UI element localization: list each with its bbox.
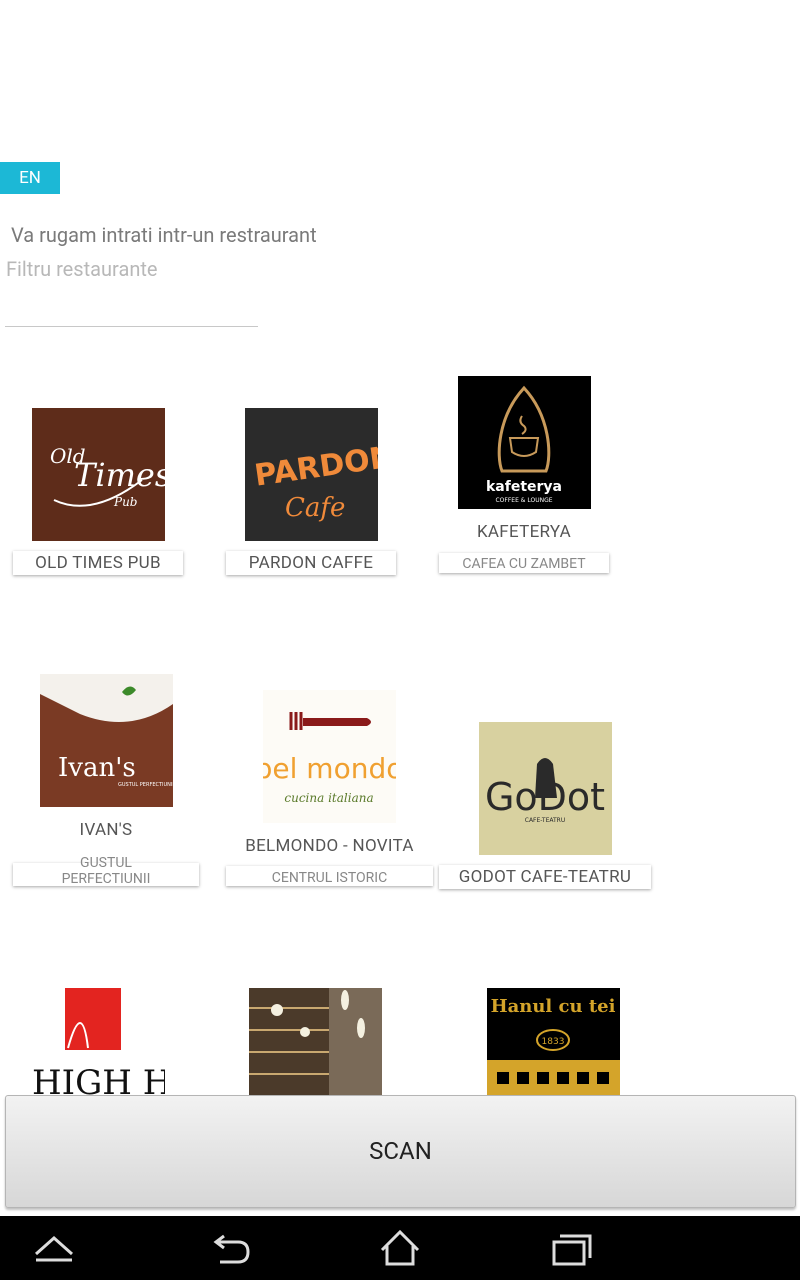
restaurant-logo-hanul-cu-tei[interactable]: Hanul cu tei 1833 <box>487 988 620 1095</box>
restaurant-logo-wine-bar[interactable] <box>249 988 382 1095</box>
system-navigation-bar <box>0 1216 800 1280</box>
restaurant-name-old-times-pub[interactable]: OLD TIMES PUB <box>13 551 183 575</box>
language-button[interactable]: EN <box>0 162 60 194</box>
restaurant-tagline-ivans-line1: GUSTUL <box>80 855 132 871</box>
restaurant-name-ivans: IVAN'S <box>79 820 133 840</box>
svg-text:Ivan's: Ivan's <box>58 753 136 783</box>
back-icon[interactable] <box>190 1216 270 1280</box>
restaurant-tagline-ivans-line2: PERFECTIUNII <box>61 871 151 887</box>
recent-apps-icon[interactable] <box>530 1216 610 1280</box>
svg-text:GUSTUL PERFECTIUNII: GUSTUL PERFECTIUNII <box>118 782 173 788</box>
svg-text:Times: Times <box>74 456 165 494</box>
svg-text:cucina italiana: cucina italiana <box>284 791 373 805</box>
svg-text:kafeterya: kafeterya <box>486 479 562 495</box>
prompt-text: Va rugam intrati intr-un restraurant <box>11 223 317 247</box>
restaurant-logo-old-times-pub[interactable]: Old Times Pub <box>32 408 165 541</box>
svg-text:1833: 1833 <box>542 1037 565 1047</box>
svg-text:CAFE-TEATRU: CAFE-TEATRU <box>525 817 565 824</box>
svg-text:Hanul cu tei: Hanul cu tei <box>491 996 616 1017</box>
restaurant-logo-kafeterya[interactable]: kafeterya COFFEE & LOUNGE <box>458 376 591 509</box>
home-icon[interactable] <box>360 1216 440 1280</box>
svg-text:Cafe: Cafe <box>285 493 345 523</box>
restaurant-name-pardon-caffe[interactable]: PARDON CAFFE <box>226 551 396 575</box>
restaurant-name-kafeterya: KAFETERYA <box>476 522 572 542</box>
filter-placeholder: Filtru restaurante <box>6 257 158 281</box>
restaurant-tagline-kafeterya[interactable]: CAFEA CU ZAMBET <box>439 553 609 573</box>
restaurant-logo-belmondo[interactable]: bel mondo cucina italiana <box>263 690 396 823</box>
svg-text:HIGH HEELS: HIGH HEELS <box>32 1063 165 1095</box>
restaurant-logo-godot[interactable]: GoDot CAFE-TEATRU <box>479 722 612 855</box>
restaurant-logo-ivans[interactable]: Ivan's GUSTUL PERFECTIUNII <box>40 674 173 807</box>
restaurant-tagline-belmondo[interactable]: CENTRUL ISTORIC <box>226 866 433 886</box>
restaurant-logo-pardon-caffe[interactable]: PARDON Cafe <box>245 408 378 541</box>
scan-button[interactable]: SCAN <box>5 1095 796 1208</box>
svg-text:bel mondo: bel mondo <box>263 752 396 785</box>
svg-text:COFFEE & LOUNGE: COFFEE & LOUNGE <box>495 497 552 504</box>
restaurant-logo-high-heels[interactable]: HIGH HEELS <box>32 988 165 1095</box>
restaurant-name-godot[interactable]: GODOT CAFE-TEATRU <box>439 865 651 889</box>
restaurant-name-belmondo: BELMONDO - NOVITA <box>245 836 414 856</box>
nav-up-icon[interactable] <box>14 1216 94 1280</box>
